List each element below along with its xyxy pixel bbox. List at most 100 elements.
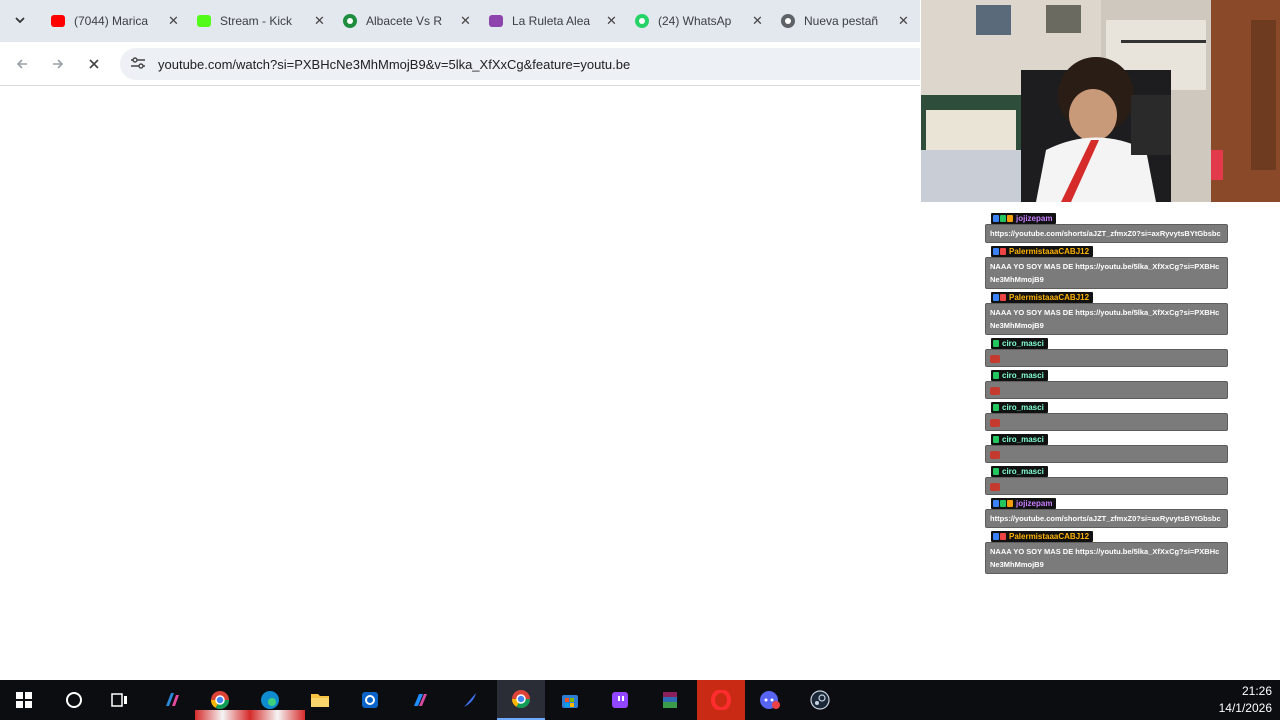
chat-username: ciro_masci [1002,339,1044,348]
edge-icon[interactable] [258,688,282,712]
chat-badge-icon [1007,215,1013,222]
chat-message: ciro_masci [985,402,1228,431]
chat-bubble [985,477,1228,495]
back-arrow-icon[interactable] [10,52,34,76]
chat-badge-box: jojizepam [991,498,1057,509]
kick-icon [196,13,212,29]
chat-username: PalermistaaaCABJ12 [1009,247,1090,256]
tab-close-icon[interactable]: ✕ [751,13,764,29]
tab-close-icon[interactable]: ✕ [313,13,326,29]
chat-badge-icon [1000,500,1006,507]
steam-icon[interactable] [808,688,832,712]
tab-title: La Ruleta Alea [512,14,591,28]
chat-badge-box: ciro_masci [991,370,1048,381]
browser-tab[interactable]: Stream - Kick ✕ [186,6,326,36]
chat-badge-box: ciro_masci [991,402,1048,413]
chat-username-line: PalermistaaaCABJ12 [991,292,1228,303]
windows-start-icon[interactable] [12,688,36,712]
tab-close-icon[interactable]: ✕ [459,13,472,29]
screen: (7044) Marica ✕ Stream - Kick ✕ Albacete Vs … [0,0,1280,720]
chat-bubble: NAAA YO SOY MAS DE https://youtu.be/5lka… [985,257,1228,289]
tab-close-icon[interactable]: ✕ [167,13,180,29]
opera-icon[interactable] [697,680,745,720]
outlook-icon[interactable] [358,688,382,712]
chat-username: ciro_masci [1002,403,1044,412]
chat-bubble [985,445,1228,463]
address-bar[interactable]: youtube.com/watch?si=PXBHcNe3MhMmojB9&v=… [120,48,920,80]
chat-badge-icon [993,294,999,301]
chat-badge-icon [993,436,999,443]
address-bar-url: youtube.com/watch?si=PXBHcNe3MhMmojB9&v=… [158,56,631,72]
chat-message: jojizepam https://youtube.com/shorts/aJZT… [985,213,1228,243]
stop-loading-icon[interactable] [82,52,106,76]
chat-username: jojizepam [1016,499,1053,508]
tab-close-icon[interactable]: ✕ [605,13,618,29]
chat-message-text: NAAA YO SOY MAS DE https://youtu.be/5lka… [990,262,1220,284]
tab-search-chevron-icon[interactable] [8,8,32,32]
argentina-flag-banner [195,710,305,720]
chat-username-line: jojizepam [991,498,1228,509]
chat-username: ciro_masci [1002,467,1044,476]
system-clock[interactable]: 21:26 14/1/2026 [1219,683,1272,717]
chat-bubble: NAAA YO SOY MAS DE https://youtu.be/5lka… [985,542,1228,574]
chat-message: ciro_masci [985,434,1228,463]
chat-message: jojizepam https://youtube.com/shorts/aJZT… [985,498,1228,528]
windows-taskbar: 21:26 14/1/2026 [0,680,1280,720]
browser-toolbar: youtube.com/watch?si=PXBHcNe3MhMmojB9&v=… [0,42,920,86]
microsoft-365-icon[interactable] [408,688,432,712]
chat-username-line: ciro_masci [991,466,1228,477]
clock-time: 21:26 [1241,684,1272,698]
winrar-icon[interactable] [658,688,682,712]
microsoft-store-icon[interactable] [558,688,582,712]
stream-chat-overlay: jojizepam https://youtube.com/shorts/aJZT… [985,210,1228,574]
discord-icon[interactable] [758,688,782,712]
file-explorer-icon[interactable] [308,688,332,712]
chat-message: PalermistaaaCABJ12 NAAA YO SOY MAS DE htt… [985,246,1228,289]
site-settings-icon[interactable] [130,56,148,73]
browser-tab[interactable]: La Ruleta Alea ✕ [478,6,618,36]
chat-badge-icon [993,372,999,379]
chat-username: PalermistaaaCABJ12 [1009,293,1090,302]
chat-message-text: https://youtube.com/shorts/aJZT_zfmxZ0?s… [990,229,1221,238]
chat-badge-box: ciro_masci [991,466,1048,477]
chat-message-text: NAAA YO SOY MAS DE https://youtu.be/5lka… [990,547,1220,569]
twitch-icon[interactable] [608,688,632,712]
chat-message: PalermistaaaCABJ12 NAAA YO SOY MAS DE htt… [985,292,1228,335]
chat-badge-box: PalermistaaaCABJ12 [991,246,1094,257]
chat-badge-icon [993,533,999,540]
chat-bubble: https://youtube.com/shorts/aJZT_zfmxZ0?s… [985,509,1228,528]
browser-tab[interactable]: (24) WhatsAp ✕ [624,6,764,36]
chat-badge-icon [993,340,999,347]
chat-badge-icon [993,215,999,222]
chat-badge-icon [1000,248,1006,255]
chat-bubble [985,349,1228,367]
chat-message: ciro_masci [985,370,1228,399]
chat-message: PalermistaaaCABJ12 NAAA YO SOY MAS DE htt… [985,531,1228,574]
chat-username-line: jojizepam [991,213,1228,224]
tab-title: (7044) Marica [74,14,149,28]
search-circle-icon[interactable] [62,688,86,712]
chat-bubble: NAAA YO SOY MAS DE https://youtu.be/5lka… [985,303,1228,335]
app-feather-icon[interactable] [458,688,482,712]
chat-emote-icon [990,451,1000,459]
chat-username: ciro_masci [1002,435,1044,444]
browser-tab[interactable]: Albacete Vs R ✕ [332,6,472,36]
forward-arrow-icon[interactable] [46,52,70,76]
browser-tab[interactable]: (7044) Marica ✕ [40,6,180,36]
soccer-icon [342,13,358,29]
webcam-scene-image [921,0,1280,202]
task-view-icon[interactable] [108,688,132,712]
browser-tab[interactable]: Nueva pestañ ✕ [770,6,910,36]
chat-badge-icon [993,248,999,255]
chat-badge-icon [1007,500,1013,507]
webcam-video [921,0,1280,202]
copilot-icon[interactable] [160,688,184,712]
chat-message: ciro_masci [985,466,1228,495]
whatsapp-icon [634,13,650,29]
chrome-taskbar-icon[interactable] [208,688,232,712]
chat-badge-box: jojizepam [991,213,1057,224]
chat-message-text: NAAA YO SOY MAS DE https://youtu.be/5lka… [990,308,1220,330]
chat-username-line: ciro_masci [991,370,1228,381]
chrome-active-taskbar-icon[interactable] [497,680,545,720]
tab-close-icon[interactable]: ✕ [897,13,910,29]
